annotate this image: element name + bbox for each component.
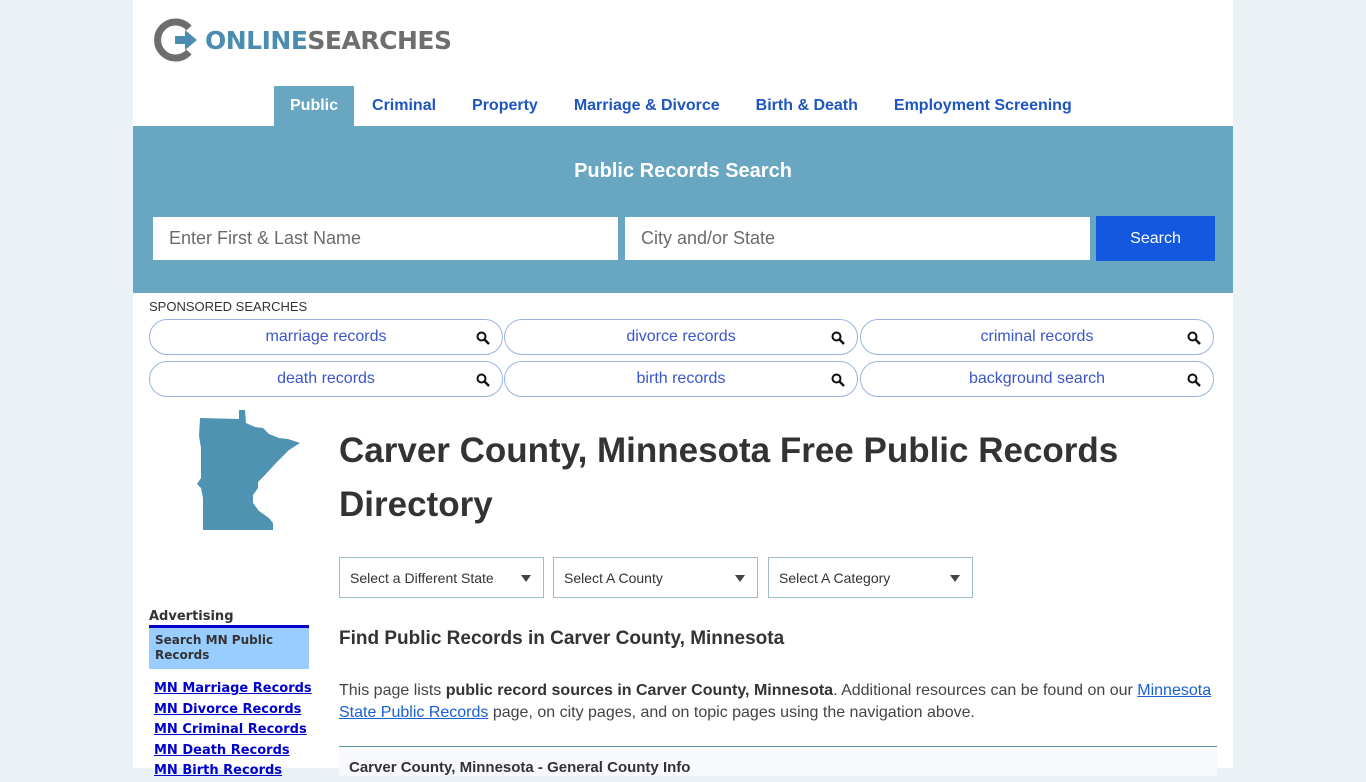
sponsored-search-label: marriage records [265, 328, 387, 345]
nav-property[interactable]: Property [454, 86, 556, 126]
page-container: ONLINESEARCHES Public Criminal Property … [133, 0, 1233, 778]
sponsored-search-label: death records [277, 370, 375, 387]
sponsored-searches-label: SPONSORED SEARCHES [149, 299, 308, 314]
general-county-info-box: Carver County, Minnesota - General Count… [339, 746, 1217, 776]
sponsored-search-criminal[interactable]: criminal records [860, 319, 1214, 355]
nav-birth-death[interactable]: Birth & Death [738, 86, 876, 126]
sponsored-search-divorce[interactable]: divorce records [504, 319, 858, 355]
intro-paragraph: This page lists public record sources in… [339, 680, 1219, 724]
sidebar-link-criminal[interactable]: MN Criminal Records [154, 720, 312, 741]
sponsored-search-label: divorce records [626, 328, 736, 345]
category-select-value: Select A Category [779, 569, 891, 586]
location-input[interactable] [625, 217, 1090, 260]
county-select[interactable]: Select A County [553, 557, 758, 598]
intro-text: . Additional resources can be found on o… [833, 682, 1138, 699]
state-select-value: Select a Different State [350, 569, 494, 586]
state-select[interactable]: Select a Different State [339, 557, 544, 598]
nav-employment-screening[interactable]: Employment Screening [876, 86, 1090, 126]
site-logo[interactable]: ONLINESEARCHES [153, 18, 452, 62]
chevron-down-icon [735, 575, 745, 582]
intro-bold-text: public record sources in Carver County, … [445, 682, 834, 699]
nav-marriage-divorce[interactable]: Marriage & Divorce [556, 86, 738, 126]
section-heading: Find Public Records in Carver County, Mi… [339, 628, 785, 649]
county-select-value: Select A County [564, 569, 663, 586]
chevron-down-icon [521, 575, 531, 582]
search-icon [1187, 373, 1201, 387]
sponsored-search-marriage[interactable]: marriage records [149, 319, 503, 355]
nav-criminal[interactable]: Criminal [354, 86, 454, 126]
sidebar-link-birth[interactable]: MN Birth Records [154, 761, 312, 782]
nav-public[interactable]: Public [274, 86, 355, 126]
search-button[interactable]: Search [1096, 216, 1215, 261]
search-panel-title: Public Records Search [574, 160, 792, 182]
intro-text: This page lists [339, 682, 446, 699]
chevron-down-icon [950, 575, 960, 582]
intro-text: page, on city pages, and on topic pages … [488, 704, 975, 721]
sponsored-search-label: background search [968, 370, 1106, 387]
search-icon [476, 373, 490, 387]
logo-icon [154, 18, 197, 62]
logo-text: ONLINESEARCHES [205, 25, 452, 55]
sponsored-search-label: birth records [636, 370, 726, 387]
category-select[interactable]: Select A Category [768, 557, 973, 598]
main-nav: Public Criminal Property Marriage & Divo… [274, 86, 1090, 126]
sidebar-links: MN Marriage Records MN Divorce Records M… [154, 679, 312, 782]
page-title: Carver County, Minnesota Free Public Rec… [339, 431, 1119, 524]
search-icon [1187, 331, 1201, 345]
search-mn-public-records-box[interactable]: Search MN Public Records [149, 625, 309, 669]
minnesota-map-icon [197, 410, 300, 530]
sponsored-search-death[interactable]: death records [149, 361, 503, 397]
advertising-label: Advertising [149, 609, 234, 624]
sponsored-search-birth[interactable]: birth records [504, 361, 858, 397]
search-icon [476, 331, 490, 345]
sidebar-link-death[interactable]: MN Death Records [154, 741, 312, 762]
search-panel: Public Records Search Search [133, 126, 1233, 293]
name-input[interactable] [153, 217, 618, 260]
search-icon [831, 373, 845, 387]
sidebar-link-marriage[interactable]: MN Marriage Records [154, 679, 312, 700]
sponsored-search-background[interactable]: background search [860, 361, 1214, 397]
sponsored-search-label: criminal records [980, 328, 1094, 345]
sidebar-link-divorce[interactable]: MN Divorce Records [154, 700, 312, 721]
search-icon [831, 331, 845, 345]
